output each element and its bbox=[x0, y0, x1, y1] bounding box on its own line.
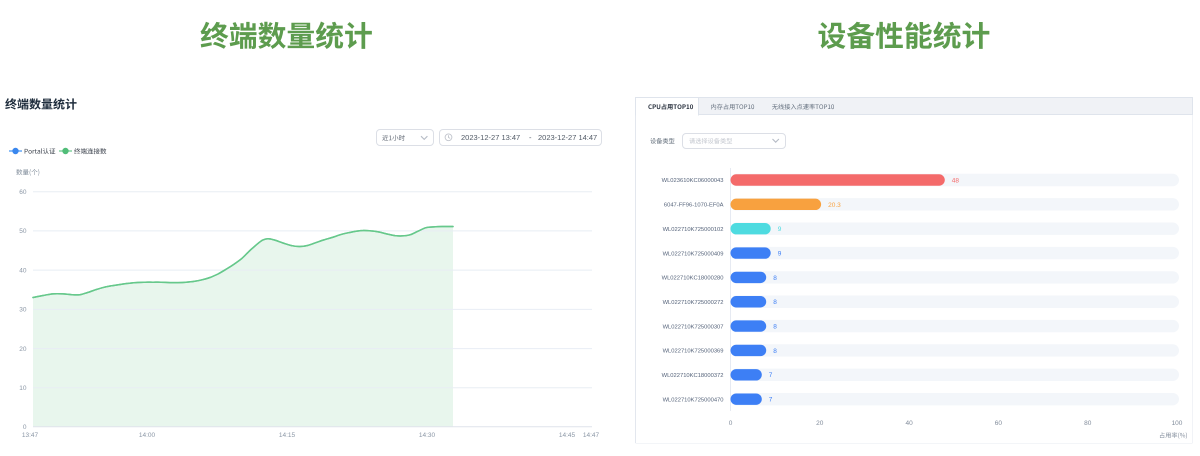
svg-text:WL022710K725000272: WL022710K725000272 bbox=[663, 300, 724, 306]
svg-text:WL022710K725000409: WL022710K725000409 bbox=[663, 251, 724, 257]
svg-text:48: 48 bbox=[952, 177, 960, 184]
svg-text:0: 0 bbox=[729, 420, 733, 427]
svg-text:7: 7 bbox=[769, 397, 773, 404]
svg-text:10: 10 bbox=[19, 385, 27, 392]
svg-text:2023-12-27 14:47: 2023-12-27 14:47 bbox=[538, 133, 597, 142]
svg-text:80: 80 bbox=[1084, 420, 1092, 427]
svg-text:WL022710K725000307: WL022710K725000307 bbox=[663, 324, 724, 330]
svg-text:6047-FF96-1070-EF0A: 6047-FF96-1070-EF0A bbox=[664, 203, 724, 209]
svg-text:8: 8 bbox=[773, 348, 777, 355]
svg-text:13:47: 13:47 bbox=[22, 432, 39, 439]
svg-text:14:45: 14:45 bbox=[559, 432, 576, 439]
svg-text:60: 60 bbox=[19, 189, 27, 196]
svg-text:0: 0 bbox=[23, 424, 27, 431]
svg-text:WL022710K725000470: WL022710K725000470 bbox=[663, 397, 724, 403]
svg-text:9: 9 bbox=[778, 226, 782, 233]
svg-text:60: 60 bbox=[995, 420, 1003, 427]
svg-text:14:47: 14:47 bbox=[583, 432, 600, 439]
svg-text:30: 30 bbox=[19, 307, 27, 314]
svg-text:14:15: 14:15 bbox=[279, 432, 296, 439]
svg-text:2023-12-27 13:47: 2023-12-27 13:47 bbox=[461, 133, 520, 142]
svg-text:WL022710K725000369: WL022710K725000369 bbox=[663, 349, 724, 355]
svg-text:20.3: 20.3 bbox=[828, 202, 841, 209]
svg-text:7: 7 bbox=[769, 372, 773, 379]
svg-text:8: 8 bbox=[773, 324, 777, 331]
svg-text:14:30: 14:30 bbox=[419, 432, 436, 439]
svg-text:8: 8 bbox=[773, 275, 777, 282]
svg-text:9: 9 bbox=[778, 250, 782, 257]
svg-text:WL022710KC18000372: WL022710KC18000372 bbox=[662, 373, 724, 379]
svg-text:8: 8 bbox=[773, 299, 777, 306]
svg-text:WL022710K725000102: WL022710K725000102 bbox=[663, 227, 724, 233]
svg-text:20: 20 bbox=[19, 346, 27, 353]
svg-text:WL022710KC18000280: WL022710KC18000280 bbox=[662, 276, 724, 282]
svg-text:20: 20 bbox=[816, 420, 824, 427]
svg-text:14:00: 14:00 bbox=[139, 432, 156, 439]
svg-text:40: 40 bbox=[905, 420, 913, 427]
svg-text:50: 50 bbox=[19, 228, 27, 235]
svg-text:WL023610KC06000043: WL023610KC06000043 bbox=[662, 178, 724, 184]
svg-text:100: 100 bbox=[1172, 420, 1183, 427]
svg-text:40: 40 bbox=[19, 267, 27, 274]
